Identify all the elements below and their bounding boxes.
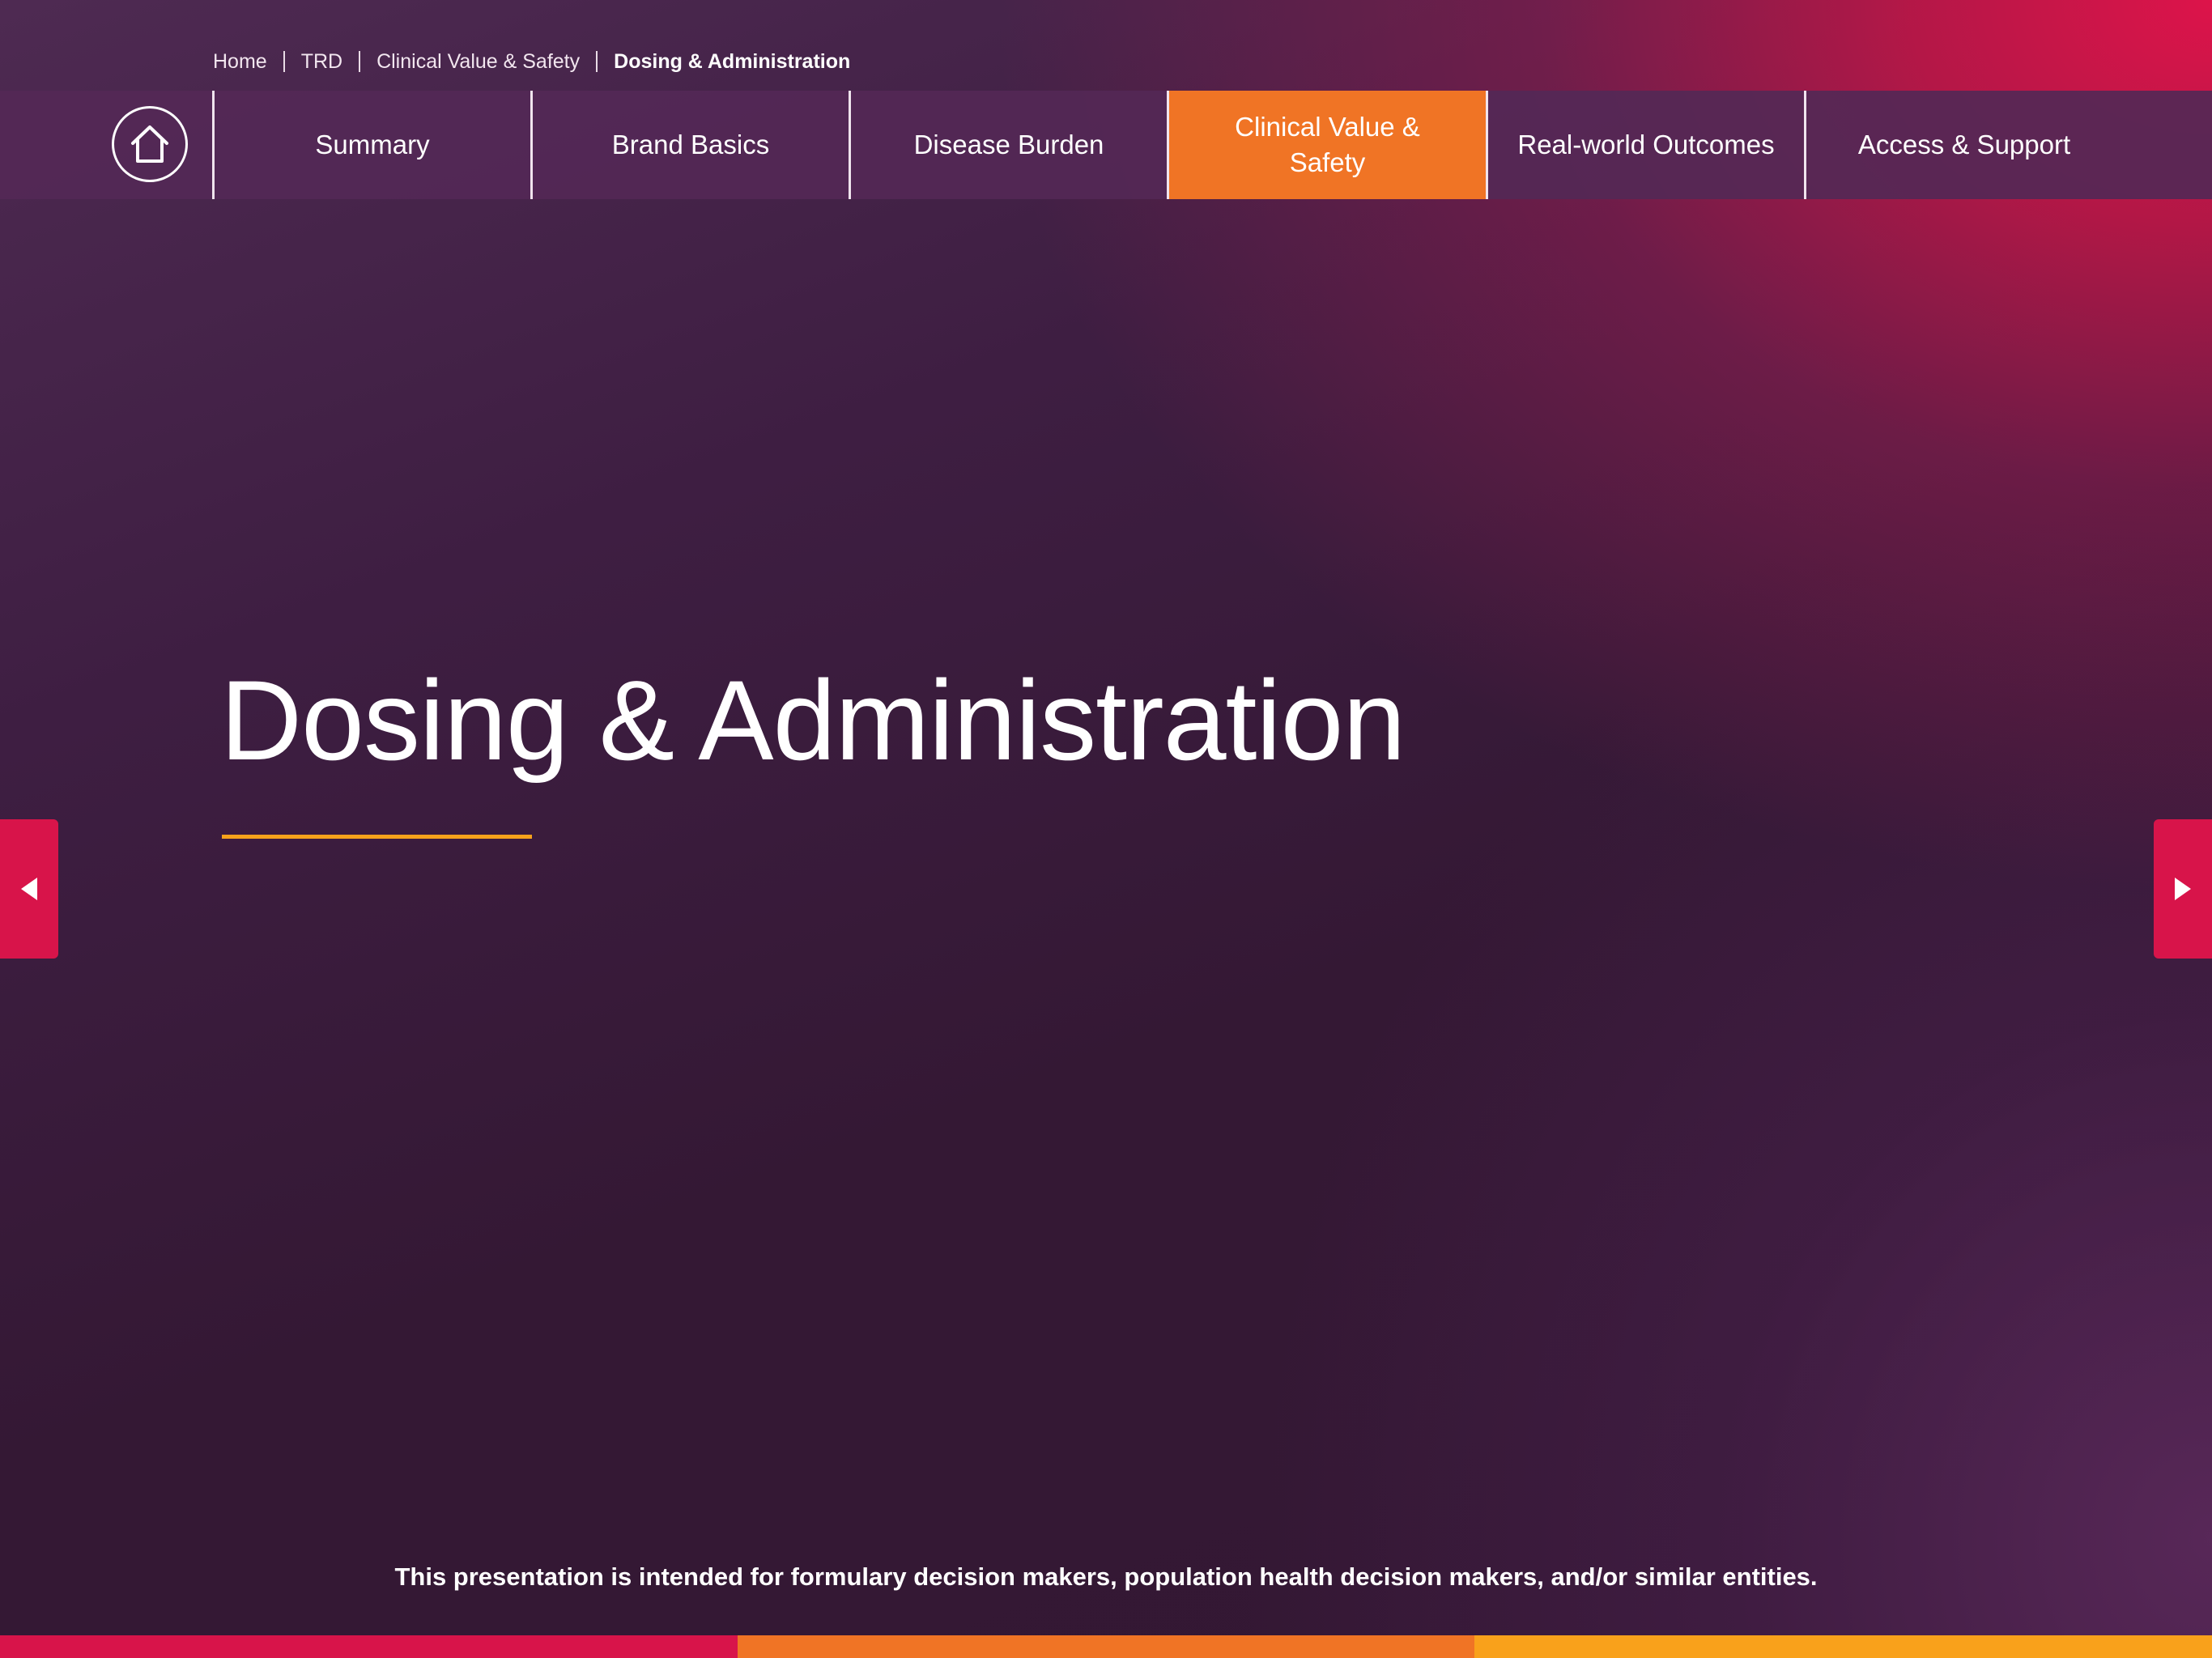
tab-label: Disease Burden [913, 130, 1104, 159]
breadcrumb-home[interactable]: Home [213, 50, 267, 74]
bottom-color-bar [0, 1635, 2212, 1658]
previous-slide-button[interactable] [0, 819, 58, 959]
page-title: Dosing & Administration [220, 657, 1406, 784]
tab-disease-burden[interactable]: Disease Burden [851, 91, 1167, 199]
tab-clinical-value-safety[interactable]: Clinical Value & Safety [1169, 91, 1486, 199]
tab-label: Access & Support [1857, 130, 2071, 159]
breadcrumb-trd[interactable]: TRD [301, 50, 342, 74]
caret-left-icon [21, 878, 37, 900]
background-gradient [0, 0, 2212, 1658]
tab-label: Summary [315, 130, 430, 159]
bottom-bar-gold-segment [1474, 1635, 2212, 1658]
breadcrumb-separator [359, 51, 361, 72]
tab-label: Clinical Value & Safety [1235, 112, 1420, 177]
tab-label: Real-world Outcomes [1517, 130, 1775, 159]
caret-right-icon [2175, 878, 2191, 900]
home-icon [131, 125, 168, 163]
tab-real-world-outcomes[interactable]: Real-world Outcomes [1488, 91, 1804, 199]
main-nav-bar: Summary Brand Basics Disease Burden Clin… [0, 91, 2212, 199]
tab-brand-basics[interactable]: Brand Basics [533, 91, 849, 199]
tab-access-support[interactable]: Access & Support [1806, 91, 2122, 199]
title-underline [222, 835, 532, 839]
bottom-bar-crimson-segment [0, 1635, 738, 1658]
breadcrumb: Home TRD Clinical Value & Safety Dosing … [213, 45, 850, 78]
bottom-bar-orange-segment [737, 1635, 1475, 1658]
breadcrumb-separator [283, 51, 285, 72]
disclaimer-text: This presentation is intended for formul… [394, 1562, 1818, 1591]
breadcrumb-separator [596, 51, 598, 72]
home-button[interactable] [112, 106, 188, 182]
tab-label: Brand Basics [611, 130, 770, 159]
breadcrumb-clinical-value-safety[interactable]: Clinical Value & Safety [376, 50, 580, 74]
tab-summary[interactable]: Summary [215, 91, 530, 199]
next-slide-button[interactable] [2154, 819, 2212, 959]
breadcrumb-current-page: Dosing & Administration [614, 49, 851, 73]
